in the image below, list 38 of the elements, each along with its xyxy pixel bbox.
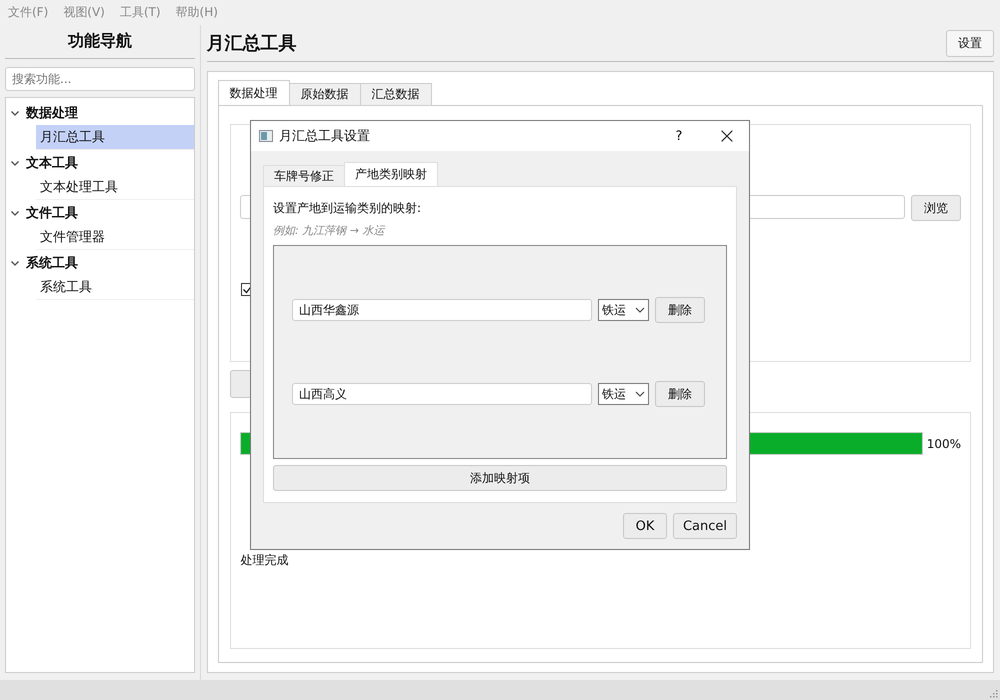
example-text: 例如: 九江萍钢 → 水运: [273, 223, 386, 238]
tab[interactable]: 数据处理: [218, 80, 290, 105]
origin-field[interactable]: 山西华鑫源: [292, 299, 592, 321]
caret-icon: [635, 307, 645, 313]
tab[interactable]: 车牌号修正: [263, 165, 345, 186]
ok-button[interactable]: OK: [623, 513, 667, 539]
page-title: 月汇总工具: [206, 32, 297, 55]
help-button[interactable]: ?: [659, 128, 699, 144]
resize-grip-icon[interactable]: [988, 688, 998, 698]
tree-category[interactable]: 数据处理: [26, 104, 78, 122]
delete-button[interactable]: 删除: [655, 381, 705, 407]
category-dropdown[interactable]: 铁运: [598, 299, 649, 321]
tree-category[interactable]: 文件工具: [26, 204, 78, 222]
sidebar-title: 功能导航: [5, 25, 195, 59]
tree-item[interactable]: 系统工具: [36, 275, 194, 300]
window-icon: [259, 130, 273, 142]
add-mapping-button[interactable]: 添加映射项: [273, 465, 727, 491]
caret-icon: [635, 391, 645, 397]
tree-item[interactable]: 月汇总工具: [36, 125, 194, 150]
browse-button[interactable]: 浏览: [911, 195, 961, 221]
progress-reading: 100%: [926, 436, 961, 450]
tab[interactable]: 产地类别映射: [344, 162, 438, 186]
cancel-button[interactable]: Cancel: [673, 513, 737, 539]
settings-button[interactable]: 设置: [946, 30, 994, 56]
tree-item[interactable]: 文本处理工具: [36, 175, 194, 200]
tree-item[interactable]: 文件管理器: [36, 225, 194, 250]
tree-category[interactable]: 系统工具: [26, 254, 78, 272]
dialog-title: 月汇总工具设置: [279, 128, 371, 145]
delete-button[interactable]: 删除: [655, 297, 705, 323]
close-button[interactable]: ×: [705, 121, 749, 151]
category-dropdown[interactable]: 铁运: [598, 383, 649, 405]
origin-field[interactable]: 山西高义: [292, 383, 592, 405]
mapping-heading: 设置产地到运输类别的映射:: [273, 200, 422, 217]
tab[interactable]: 汇总数据: [360, 83, 432, 105]
tab[interactable]: 原始数据: [288, 83, 361, 105]
status-text: 处理完成: [240, 552, 290, 569]
tree-category[interactable]: 文本工具: [26, 154, 78, 172]
search-field[interactable]: 搜索功能...: [5, 67, 195, 91]
